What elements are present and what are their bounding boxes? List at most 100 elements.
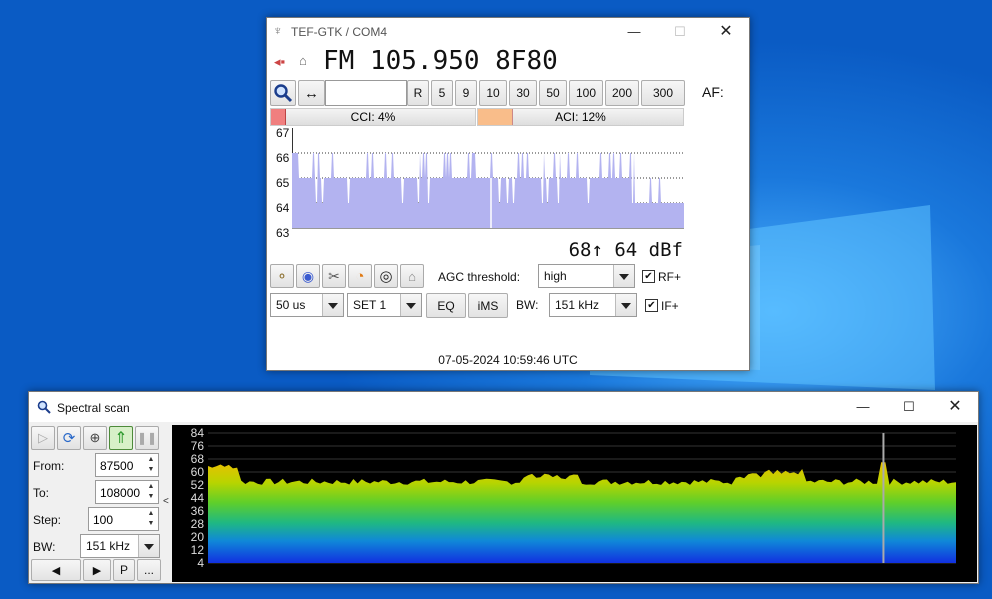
refresh-button[interactable]: ⟳ [57,426,81,450]
search-button[interactable] [270,80,296,106]
spectrum-y-tick: 52 [191,478,205,492]
close-button[interactable]: ✕ [932,393,978,421]
swap-button[interactable]: ↔ [298,80,325,106]
deemphasis-select[interactable]: 50 us [270,293,344,317]
signal-graph [292,128,684,229]
zoom-button[interactable]: ⊕ [83,426,107,450]
p-button[interactable]: P [113,559,135,581]
graph-y-tick: 64 [276,201,290,215]
step-button-r[interactable]: R [407,80,429,106]
tef-titlebar[interactable]: ♆ TEF-GTK / COM4 — ☐ ✕ [267,18,749,46]
step-button-10[interactable]: 10 [479,80,507,106]
spin-up-icon[interactable]: ▲ [146,482,156,492]
rds-icon: ⌂ [299,53,307,68]
timestamp: 07-05-2024 10:59:46 UTC [438,353,578,367]
search-icon [37,400,51,414]
search-icon [274,84,293,103]
maximize-button[interactable]: ☐ [657,18,703,46]
spectrum-y-tick: 76 [191,439,205,453]
maximize-button[interactable]: ☐ [886,393,932,421]
set-select[interactable]: SET 1 [347,293,422,317]
aci-label: ACI: 12% [555,110,606,124]
spin-down-icon[interactable]: ▼ [146,519,156,529]
clock-icon: ◔ [355,267,365,285]
pause-button[interactable]: ❚❚ [135,426,159,450]
play-icon: ▷ [38,430,48,445]
cci-label: CCI: 4% [350,110,396,124]
spin-down-icon[interactable]: ▼ [146,492,156,502]
rds-button[interactable]: ◉ [296,264,320,288]
scan-bw-select[interactable]: 151 kHz [80,534,160,558]
step-button-300[interactable]: 300 [641,80,685,106]
step-button-30[interactable]: 30 [509,80,537,106]
frequency-input[interactable] [325,80,407,106]
af-label: AF: [702,84,724,100]
window-title: Spectral scan [57,401,130,415]
next-button[interactable]: ▶ [83,559,111,581]
tef-window: ♆ TEF-GTK / COM4 — ☐ ✕ ◂▪ ⌂ FM 105.950 8… [266,17,750,371]
minimize-button[interactable]: — [611,18,657,46]
step-button-100[interactable]: 100 [569,80,603,106]
spectrum-y-tick: 84 [191,426,205,440]
bw-value: 151 kHz [555,298,600,312]
rf-plus-checkbox[interactable]: ✔ [642,270,655,283]
settings-button[interactable]: ✂ [322,264,346,288]
aci-bar: ACI: 12% [477,108,684,126]
signal-readout: 68↑ 64 dBf [568,239,683,261]
upload-button[interactable]: ⇑ [109,426,133,450]
minimize-button[interactable]: — [840,393,886,421]
lock-button[interactable]: ⌂ [400,264,424,288]
close-button[interactable]: ✕ [703,18,749,46]
spectrum-y-tick: 44 [191,491,205,505]
swap-arrows-icon: ↔ [304,84,319,102]
frequency-display: FM 105.950 8F80 [323,46,558,76]
spectrum-y-tick: 60 [191,465,205,479]
if-plus-checkbox[interactable]: ✔ [645,299,658,312]
chevron-down-icon [138,535,159,557]
from-value: 87500 [100,459,134,473]
step-button-9[interactable]: 9 [455,80,477,106]
more-button[interactable]: ... [137,559,161,581]
spin-down-icon[interactable]: ▼ [146,465,156,475]
ims-button[interactable]: iMS [468,293,508,318]
step-label: Step: [33,513,62,527]
to-input[interactable]: 108000 ▲ ▼ [95,480,159,504]
from-input[interactable]: 87500 ▲ ▼ [95,453,159,477]
chevron-down-icon [613,265,634,287]
record-button[interactable]: ◎ [374,264,398,288]
app-icon: ♆ [273,23,283,38]
spectrum-plot: 847668605244362820124 [172,425,977,582]
step-button-50[interactable]: 50 [539,80,567,106]
if-plus-label: IF+ [661,299,679,313]
agc-threshold-label: AGC threshold: [438,270,521,284]
tools-icon: ✂ [328,267,340,284]
connect-button[interactable]: ⚬ [270,264,294,288]
deemphasis-value: 50 us [276,298,306,312]
spectrum-y-tick: 68 [191,452,205,466]
spin-up-icon[interactable]: ▲ [146,509,156,519]
upload-icon: ⇑ [114,430,128,447]
chevron-down-icon [615,294,636,316]
bw-select[interactable]: 151 kHz [549,293,637,317]
prev-button[interactable]: ◀ [31,559,81,581]
scan-titlebar[interactable]: Spectral scan — ☐ ✕ [29,392,978,422]
spectral-scan-window: Spectral scan — ☐ ✕ ▷ ⟳ ⊕ ⇑ ❚❚ From: 875… [28,391,979,584]
graph-y-tick: 65 [276,176,290,190]
graph-y-tick: 63 [276,226,290,240]
scan-bw-label: BW: [33,540,56,554]
step-input[interactable]: 100 ▲ ▼ [88,507,159,531]
spin-up-icon[interactable]: ▲ [146,455,156,465]
eq-button[interactable]: EQ [426,293,466,318]
stereo-icon: ◂▪ [274,54,286,69]
cci-bar: CCI: 4% [270,108,476,126]
collapse-handle[interactable]: < [163,496,169,507]
to-label: To: [33,486,50,500]
clock-button[interactable]: ◔ [348,264,372,288]
agc-threshold-value: high [544,269,567,283]
step-button-5[interactable]: 5 [431,80,453,106]
agc-threshold-select[interactable]: high [538,264,635,288]
step-button-200[interactable]: 200 [605,80,639,106]
play-button[interactable]: ▷ [31,426,55,450]
chevron-down-icon [400,294,421,316]
spectrum-y-tick: 20 [191,530,205,544]
